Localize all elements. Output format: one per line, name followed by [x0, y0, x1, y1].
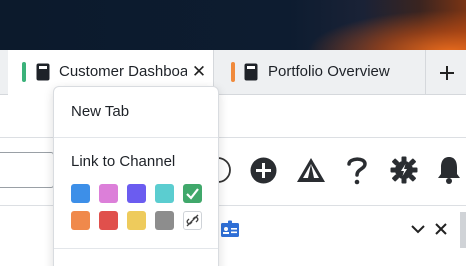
document-icon — [244, 63, 258, 81]
document-icon — [36, 63, 50, 81]
channel-swatch-purple[interactable] — [127, 184, 146, 203]
question-mark-icon[interactable] — [345, 155, 369, 185]
add-tab-button[interactable] — [428, 50, 466, 95]
channel-swatch-blue[interactable] — [71, 184, 90, 203]
channel-swatch-red[interactable] — [99, 211, 118, 230]
menu-separator — [54, 137, 218, 138]
input-field[interactable] — [0, 152, 54, 188]
unlink-icon — [186, 214, 199, 227]
id-card-icon[interactable] — [220, 220, 240, 238]
bell-icon[interactable] — [436, 155, 462, 185]
tab-color-indicator — [22, 62, 26, 82]
tab-label: Customer Dashboard — [59, 63, 187, 80]
add-circle-icon[interactable] — [250, 157, 277, 184]
menu-separator — [54, 248, 218, 249]
top-banner — [0, 0, 466, 50]
unlink-channel-swatch[interactable] — [183, 211, 202, 230]
tab-portfolio-overview[interactable]: Portfolio Overview — [215, 50, 426, 95]
close-icon[interactable]: ✕ — [191, 63, 207, 81]
channel-swatch-yellow[interactable] — [127, 211, 146, 230]
triangle-logo-icon[interactable] — [296, 156, 326, 184]
plus-icon — [440, 65, 454, 80]
channel-swatch-pink[interactable] — [99, 184, 118, 203]
tab-label: Portfolio Overview — [268, 63, 390, 80]
channel-swatch-green-selected[interactable] — [183, 184, 202, 203]
tab-context-menu: New Tab Link to Channel — [53, 86, 219, 266]
link-to-channel-label: Link to Channel — [71, 153, 176, 170]
close-icon[interactable] — [434, 222, 448, 236]
check-icon — [186, 188, 199, 200]
channel-swatch-cyan[interactable] — [155, 184, 174, 203]
channel-swatch-orange[interactable] — [71, 211, 90, 230]
chevron-down-icon[interactable] — [410, 223, 426, 235]
gear-icon[interactable] — [390, 156, 418, 184]
new-tab-menu-item[interactable]: New Tab — [71, 103, 129, 120]
banner-glow — [306, 10, 466, 50]
scrollbar[interactable] — [460, 212, 466, 248]
channel-swatch-gray[interactable] — [155, 211, 174, 230]
tab-color-indicator — [231, 62, 235, 82]
